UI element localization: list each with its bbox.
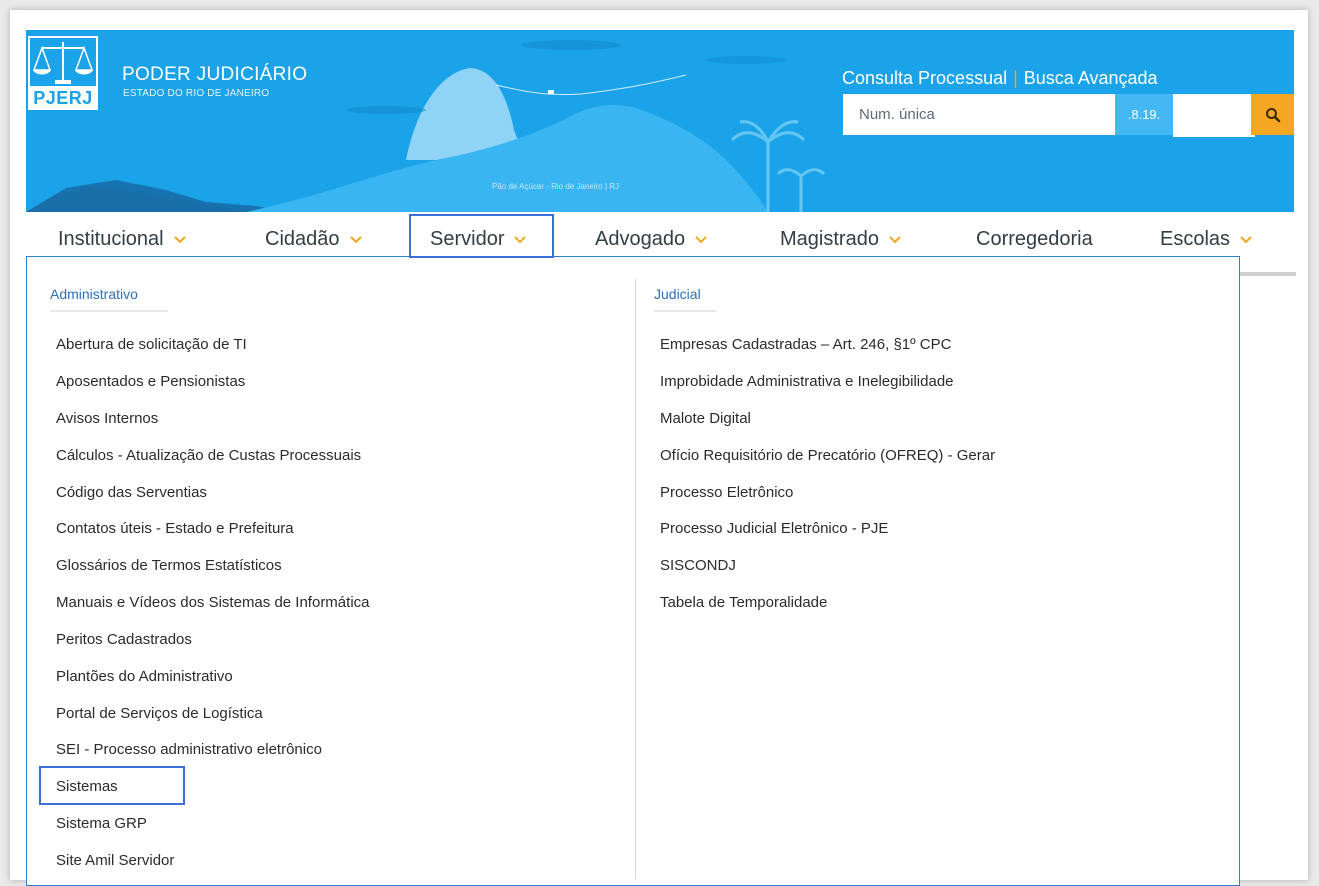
busca-avancada-link[interactable]: Busca Avançada bbox=[1024, 68, 1158, 88]
nav-item-institucional[interactable]: Institucional bbox=[58, 228, 186, 251]
nav-label: Corregedoria bbox=[976, 228, 1093, 250]
nav-label: Escolas bbox=[1160, 228, 1231, 250]
menu-link-tabela-temporalidade[interactable]: Tabela de Temporalidade bbox=[660, 594, 827, 611]
nav-item-advogado[interactable]: Advogado bbox=[595, 228, 707, 251]
org-name: PODER JUDICIÁRIO bbox=[122, 64, 308, 85]
nav-item-escolas[interactable]: Escolas bbox=[1160, 228, 1252, 251]
servidor-dropdown: Administrativo Judicial Abertura de soli… bbox=[26, 256, 1240, 886]
sistemas-highlight-box bbox=[39, 766, 185, 805]
header-banner: PJERJ PODER JUDICIÁRIO ESTADO DO RIO DE … bbox=[26, 30, 1294, 212]
menu-link-calculos-custas[interactable]: Cálculos - Atualização de Custas Process… bbox=[56, 447, 361, 464]
link-separator: | bbox=[1013, 68, 1018, 88]
menu-link-empresas-cadastradas[interactable]: Empresas Cadastradas – Art. 246, §1º CPC bbox=[660, 336, 951, 353]
tribunal-code-suffix: .8.19. bbox=[1115, 94, 1173, 135]
logo-text: PJERJ bbox=[33, 88, 93, 108]
menu-link-contatos-uteis[interactable]: Contatos úteis - Estado e Prefeitura bbox=[56, 520, 294, 537]
menu-link-sistema-grp[interactable]: Sistema GRP bbox=[56, 815, 147, 832]
section-title-text: Administrativo bbox=[50, 286, 138, 302]
menu-link-abertura-solicitacao-ti[interactable]: Abertura de solicitação de TI bbox=[56, 336, 247, 353]
section-underline bbox=[654, 310, 716, 312]
chevron-down-icon bbox=[349, 236, 362, 244]
menu-link-glossarios[interactable]: Glossários de Termos Estatísticos bbox=[56, 557, 282, 574]
nav-shadow bbox=[1240, 272, 1296, 276]
section-title-judicial: Judicial bbox=[654, 286, 716, 312]
nav-item-corregedoria[interactable]: Corregedoria bbox=[976, 228, 1093, 251]
chevron-down-icon bbox=[695, 236, 707, 244]
menu-link-manuais-videos[interactable]: Manuais e Vídeos dos Sistemas de Informá… bbox=[56, 594, 370, 611]
nav-label: Cidadão bbox=[265, 228, 340, 250]
org-subtitle: ESTADO DO RIO DE JANEIRO bbox=[123, 88, 270, 99]
menu-link-processo-eletronico[interactable]: Processo Eletrônico bbox=[660, 484, 793, 501]
section-title-text: Judicial bbox=[654, 286, 701, 302]
menu-link-siscondj[interactable]: SISCONDJ bbox=[660, 557, 736, 574]
column-divider bbox=[635, 279, 636, 879]
process-origin-input[interactable] bbox=[1173, 94, 1255, 137]
menu-link-portal-logistica[interactable]: Portal de Serviços de Logística bbox=[56, 705, 263, 722]
nav-label: Institucional bbox=[58, 228, 164, 250]
search-links: Consulta Processual | Busca Avançada bbox=[842, 68, 1158, 89]
menu-link-improbidade[interactable]: Improbidade Administrativa e Inelegibili… bbox=[660, 373, 954, 390]
servidor-highlight-box bbox=[409, 214, 554, 258]
menu-link-pje[interactable]: Processo Judicial Eletrônico - PJE bbox=[660, 520, 888, 537]
nav-item-magistrado[interactable]: Magistrado bbox=[780, 228, 901, 251]
section-title-administrativo: Administrativo bbox=[50, 286, 168, 312]
process-number-input[interactable] bbox=[843, 94, 1115, 135]
menu-link-plantoes[interactable]: Plantões do Administrativo bbox=[56, 668, 233, 685]
menu-link-codigo-serventias[interactable]: Código das Serventias bbox=[56, 484, 207, 501]
menu-link-peritos-cadastrados[interactable]: Peritos Cadastrados bbox=[56, 631, 192, 648]
consulta-processual-link[interactable]: Consulta Processual bbox=[842, 68, 1007, 88]
chevron-down-icon bbox=[889, 236, 901, 244]
nav-label: Magistrado bbox=[780, 228, 879, 250]
menu-link-malote-digital[interactable]: Malote Digital bbox=[660, 410, 751, 427]
nav-item-cidadao[interactable]: Cidadão bbox=[265, 228, 362, 251]
menu-link-site-amil[interactable]: Site Amil Servidor bbox=[56, 852, 174, 869]
process-search: .8.19. bbox=[843, 94, 1294, 137]
pjerj-logo[interactable]: PJERJ bbox=[26, 36, 98, 110]
chevron-down-icon bbox=[1240, 236, 1252, 244]
menu-link-aposentados-pensionistas[interactable]: Aposentados e Pensionistas bbox=[56, 373, 245, 390]
chevron-down-icon bbox=[173, 236, 186, 244]
search-icon bbox=[1266, 107, 1281, 122]
photo-caption: Pão de Açúcar - Rio de Janeiro | RJ bbox=[492, 182, 620, 191]
section-underline bbox=[50, 310, 168, 312]
menu-link-sei[interactable]: SEI - Processo administrativo eletrônico bbox=[56, 741, 322, 758]
search-button[interactable] bbox=[1251, 94, 1294, 135]
nav-label: Advogado bbox=[595, 228, 686, 250]
menu-link-avisos-internos[interactable]: Avisos Internos bbox=[56, 410, 158, 427]
menu-link-oficio-requisitorio[interactable]: Ofício Requisitório de Precatório (OFREQ… bbox=[660, 447, 995, 464]
